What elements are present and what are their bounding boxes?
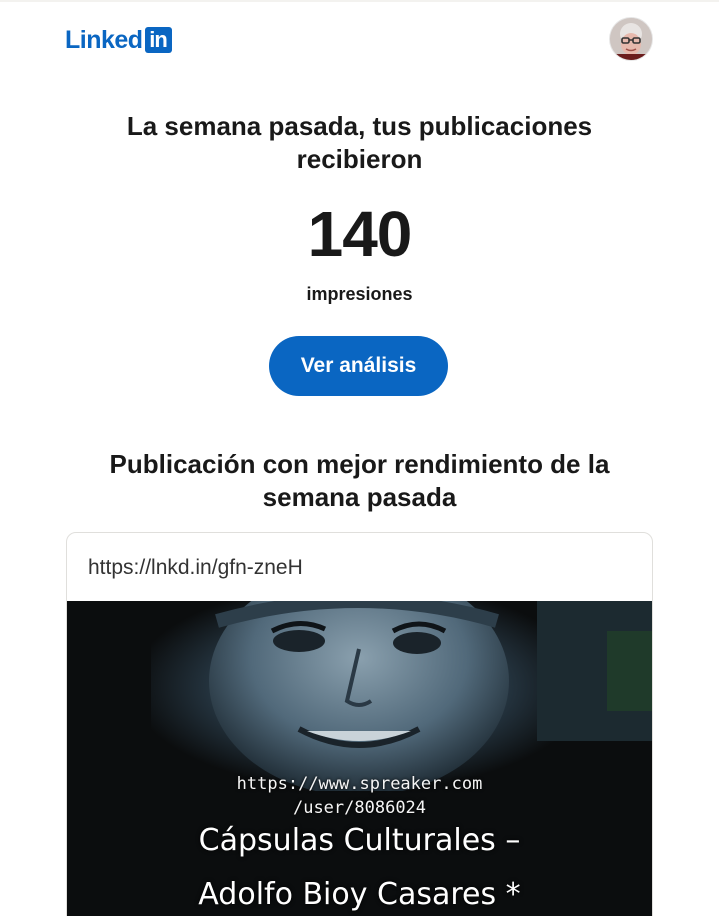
post-link[interactable]: https://lnkd.in/gfn-zneH [88,555,303,581]
top-border [0,0,719,2]
view-analytics-button[interactable]: Ver análisis [269,336,448,396]
image-url-line1: https://www.spreaker.com [236,774,483,794]
avatar-icon [610,18,652,60]
linkedin-logo[interactable]: Linked in [65,26,172,54]
top-post-heading: Publicación con mejor rendimiento de la … [109,449,610,512]
image-url-line2: /user/8086024 [292,798,427,818]
portrait-image [67,601,652,916]
email-page: Linked in La semana pasada, tus publicac… [0,0,719,916]
impressions-label: impresiones [306,284,413,304]
logo-box: in [144,27,172,53]
post-image[interactable]: https://www.spreaker.com /user/8086024 C… [67,601,652,916]
avatar[interactable] [610,18,652,60]
image-title-line2: Adolfo Bioy Casares * [198,877,521,912]
top-post-card[interactable]: https://lnkd.in/gfn-zneH https://www.spr… [66,532,653,916]
logo-text: Linked [65,26,143,54]
summary-headline: La semana pasada, tus publicaciones reci… [126,111,593,174]
image-title-line1: Cápsulas Culturales – [198,823,521,858]
impressions-count: 140 [307,198,413,270]
